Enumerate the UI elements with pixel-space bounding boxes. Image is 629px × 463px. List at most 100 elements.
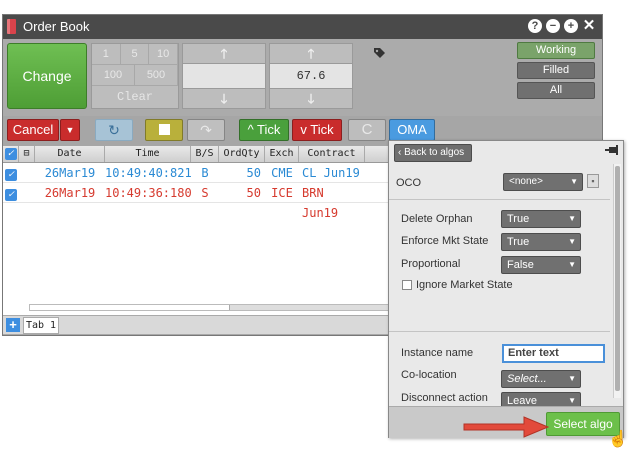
delete-orphan-label: Delete Orphan xyxy=(401,213,473,225)
select-all-checkbox[interactable]: ✓ xyxy=(4,148,17,160)
quantity-buttons: 1 5 10 100 500 Clear xyxy=(91,43,179,109)
order-book-icon xyxy=(7,19,16,34)
stop-icon xyxy=(158,124,170,135)
qty-10-button[interactable]: 10 xyxy=(149,44,179,64)
add-tab-icon[interactable]: + xyxy=(6,318,20,332)
tab-1[interactable]: Tab 1 xyxy=(23,317,59,334)
col-time[interactable]: Time xyxy=(105,146,191,162)
cell-date: 26Mar19 xyxy=(44,186,96,200)
cell-time: 10:49:36:180 xyxy=(105,186,192,200)
redo-icon[interactable]: ↷ xyxy=(187,119,225,141)
oco-select[interactable]: <none> ▼ xyxy=(503,173,583,191)
save-icon[interactable]: ▪ xyxy=(587,174,599,188)
price-down-icon[interactable]: 🡓 xyxy=(270,89,352,108)
proportional-label: Proportional xyxy=(401,258,461,270)
co-location-value: Select... xyxy=(507,373,547,385)
col-ordqty[interactable]: OrdQty xyxy=(219,146,265,162)
delete-orphan-value: True xyxy=(507,213,530,225)
change-button[interactable]: Change xyxy=(7,43,87,109)
clear-button[interactable]: Clear xyxy=(92,86,178,108)
tick-up-button[interactable]: ^ Tick xyxy=(239,119,289,141)
table-row[interactable]: ✓ 26Mar19 10:49:36:180 S 50 ICE BRN Jun1… xyxy=(3,183,390,220)
qty-1-button[interactable]: 1 xyxy=(92,44,121,64)
col-contract[interactable]: Contract xyxy=(299,146,365,162)
price-up-icon[interactable]: 🡑 xyxy=(270,44,352,63)
help-icon[interactable]: ? xyxy=(528,19,542,33)
grid-header: ✓ ⊟ Date Time B/S OrdQty Exch Contract xyxy=(3,146,390,163)
back-to-algos-button[interactable]: ‹ Back to algos xyxy=(394,144,472,162)
qty-100-button[interactable]: 100 xyxy=(92,65,135,85)
tab-bar: + Tab 1 xyxy=(3,315,390,334)
vertical-scrollbar[interactable] xyxy=(613,164,621,398)
enforce-mkt-state-value: True xyxy=(507,236,530,248)
ignore-market-state-checkbox[interactable] xyxy=(402,280,412,290)
cell-qty: 50 xyxy=(246,186,261,200)
hand-cursor-icon: ☝ xyxy=(608,431,628,448)
qty-down-icon[interactable]: 🡓 xyxy=(183,89,265,108)
price-stepper: 🡑 67.6 🡓 xyxy=(269,43,353,109)
horizontal-scrollbar[interactable] xyxy=(29,304,389,311)
co-location-select[interactable]: Select... ▼ xyxy=(501,370,581,388)
tags-icon[interactable] xyxy=(373,47,387,62)
disconnect-action-label: Disconnect action xyxy=(401,392,488,404)
qty-500-button[interactable]: 500 xyxy=(135,65,178,85)
ignore-market-state-label: Ignore Market State xyxy=(416,279,513,291)
quantity-stepper: 🡑 🡓 xyxy=(182,43,266,109)
quantity-field[interactable] xyxy=(183,63,265,89)
chevron-down-icon: ▼ xyxy=(568,260,576,269)
close-icon[interactable]: ✕ xyxy=(582,18,596,33)
cell-side: S xyxy=(201,186,209,200)
row-checkbox[interactable]: ✓ xyxy=(5,189,17,201)
oma-button[interactable]: OMA xyxy=(389,119,435,141)
qty-5-button[interactable]: 5 xyxy=(121,44,150,64)
price-field[interactable]: 67.6 xyxy=(270,63,352,89)
add-icon[interactable]: + xyxy=(564,19,578,33)
chevron-down-icon: ▼ xyxy=(568,214,576,223)
cell-qty: 50 xyxy=(246,166,261,180)
proportional-value: False xyxy=(507,259,534,271)
cell-exch: ICE xyxy=(271,186,293,200)
chevron-down-icon: ▼ xyxy=(568,237,576,246)
cancel-dropdown-icon[interactable]: ▼ xyxy=(60,119,80,141)
instance-name-label: Instance name xyxy=(401,347,474,359)
filled-filter-button[interactable]: Filled xyxy=(517,62,595,79)
tick-down-button[interactable]: v Tick xyxy=(292,119,342,141)
cell-contract: BRN Jun19 xyxy=(302,186,339,220)
qty-up-icon[interactable]: 🡑 xyxy=(183,44,265,63)
chevron-down-icon: ▼ xyxy=(570,177,578,186)
working-filter-button[interactable]: Working xyxy=(517,42,595,59)
enforce-mkt-state-label: Enforce Mkt State xyxy=(401,235,489,247)
oco-value: <none> xyxy=(509,176,543,187)
col-bs[interactable]: B/S xyxy=(191,146,219,162)
scroll-thumb[interactable] xyxy=(30,305,230,310)
row-checkbox[interactable]: ✓ xyxy=(5,169,17,181)
pin-icon[interactable] xyxy=(605,144,619,158)
all-filter-button[interactable]: All xyxy=(517,82,595,99)
reload-icon[interactable]: ↻ xyxy=(95,119,133,141)
proportional-select[interactable]: False ▼ xyxy=(501,256,581,274)
annotation-arrow-icon xyxy=(463,416,550,438)
title-bar[interactable]: Order Book ? − + ✕ xyxy=(3,15,602,39)
stop-button[interactable] xyxy=(145,119,183,141)
minimize-icon[interactable]: − xyxy=(546,19,560,33)
algo-settings-panel: ‹ Back to algos OCO <none> ▼ ▪ Delete Orp… xyxy=(388,140,628,448)
change-disabled-button[interactable]: C xyxy=(348,119,386,141)
collapse-icon[interactable]: ⊟ xyxy=(19,146,35,162)
cell-exch: CME xyxy=(271,166,293,180)
cell-date: 26Mar19 xyxy=(44,166,96,180)
cell-time: 10:49:40:821 xyxy=(105,166,192,180)
instance-name-input[interactable]: Enter text xyxy=(502,344,605,363)
cell-contract: CL Jun19 xyxy=(302,166,360,180)
col-date[interactable]: Date xyxy=(35,146,105,162)
scroll-thumb[interactable] xyxy=(615,166,620,391)
table-row[interactable]: ✓ 26Mar19 10:49:40:821 B 50 CME CL Jun19 xyxy=(3,163,390,183)
chevron-down-icon: ▼ xyxy=(568,374,576,383)
col-exch[interactable]: Exch xyxy=(265,146,299,162)
cell-side: B xyxy=(201,166,209,180)
back-label: Back to algos xyxy=(404,147,465,158)
cancel-button[interactable]: Cancel xyxy=(7,119,59,141)
enforce-mkt-state-select[interactable]: True ▼ xyxy=(501,233,581,251)
divider xyxy=(389,199,610,200)
divider xyxy=(389,331,610,332)
delete-orphan-select[interactable]: True ▼ xyxy=(501,210,581,228)
